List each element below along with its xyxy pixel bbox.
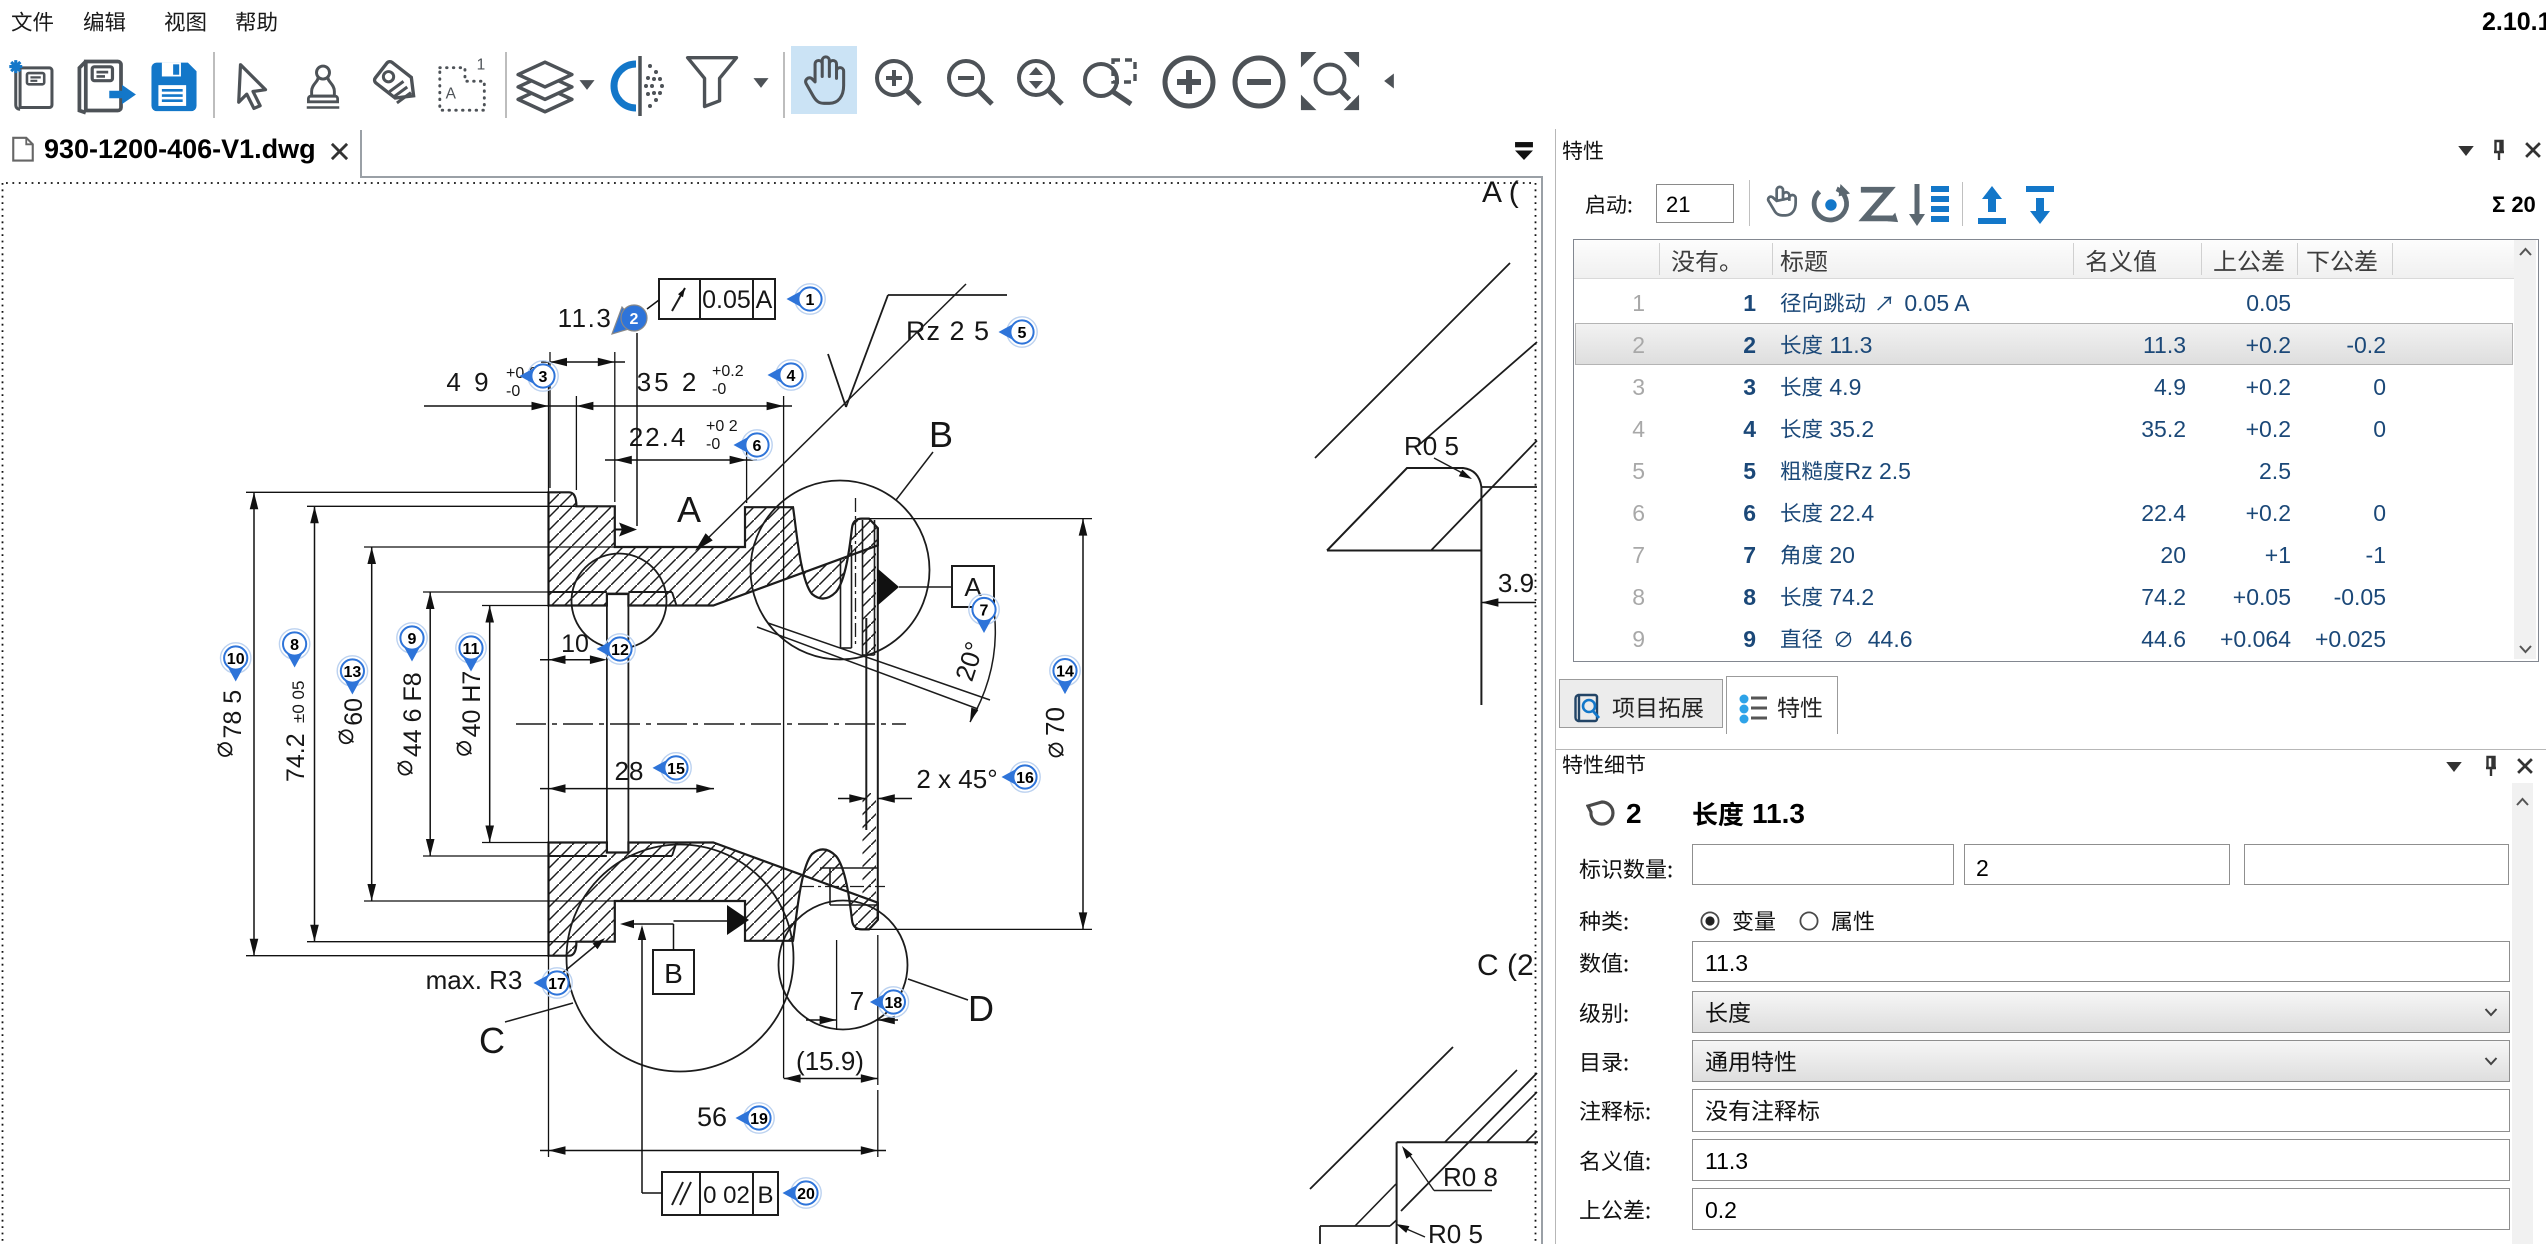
svg-text:3: 3 [539, 369, 548, 386]
svg-text:C (2: C (2 [1477, 949, 1534, 982]
svg-text:B: B [664, 958, 683, 989]
svg-text:R0 5: R0 5 [1404, 431, 1459, 461]
svg-text:A (: A ( [1482, 177, 1519, 209]
svg-text:11.3: 11.3 [558, 303, 613, 333]
svg-text:2: 2 [630, 311, 639, 328]
svg-text:4 9: 4 9 [446, 367, 491, 397]
svg-text:A: A [756, 286, 773, 314]
svg-text:-0: -0 [712, 381, 726, 398]
svg-text:74.2: 74.2 [282, 733, 310, 782]
svg-text:-0: -0 [706, 436, 720, 453]
svg-text:6: 6 [753, 438, 762, 455]
svg-text:5: 5 [1018, 325, 1027, 342]
svg-text:8: 8 [290, 637, 299, 654]
svg-text:1: 1 [806, 292, 815, 309]
svg-text:+0.2: +0.2 [712, 363, 744, 380]
svg-text:(15.9): (15.9) [796, 1046, 864, 1076]
svg-text:20: 20 [797, 1186, 815, 1203]
svg-text:44 6 F8: 44 6 F8 [399, 672, 427, 757]
svg-text:35 2: 35 2 [637, 367, 700, 397]
svg-text:12: 12 [611, 642, 629, 659]
svg-text:0.05: 0.05 [702, 286, 751, 314]
svg-text:9: 9 [408, 631, 417, 648]
svg-text:18: 18 [885, 995, 903, 1012]
svg-text:56: 56 [697, 1102, 727, 1132]
svg-text:±0 05: ±0 05 [289, 681, 308, 723]
svg-text:70: 70 [1040, 707, 1070, 736]
svg-text:max. R3: max. R3 [426, 965, 523, 995]
svg-text:7: 7 [980, 603, 989, 620]
svg-text:40 H7: 40 H7 [458, 671, 486, 738]
svg-text:2 x 45°: 2 x 45° [916, 764, 997, 794]
svg-text:78 5: 78 5 [219, 690, 247, 739]
svg-text:17: 17 [548, 976, 566, 993]
svg-text:A: A [446, 86, 457, 103]
svg-text:16: 16 [1016, 770, 1034, 787]
svg-text:3.9: 3.9 [1498, 568, 1534, 598]
svg-text:A: A [964, 572, 982, 602]
svg-text:1: 1 [477, 57, 486, 74]
svg-text:D: D [968, 988, 994, 1029]
svg-text:15: 15 [667, 761, 685, 778]
svg-text:13: 13 [344, 664, 362, 681]
svg-text:7: 7 [850, 986, 864, 1016]
svg-text:R0 5: R0 5 [1428, 1219, 1483, 1244]
svg-text:28: 28 [615, 756, 644, 786]
svg-text:14: 14 [1056, 664, 1074, 681]
svg-text:19: 19 [750, 1111, 768, 1128]
svg-text:C: C [479, 1020, 505, 1061]
svg-text:0 02: 0 02 [703, 1182, 750, 1209]
svg-text:R0 8: R0 8 [1443, 1162, 1498, 1192]
svg-text:B: B [929, 414, 953, 455]
svg-text:+0 2: +0 2 [706, 418, 738, 435]
svg-text:10: 10 [561, 630, 589, 658]
svg-text:10: 10 [227, 651, 245, 668]
svg-text:A: A [677, 489, 701, 530]
svg-text:11: 11 [463, 641, 480, 658]
svg-text:-0: -0 [506, 383, 520, 400]
svg-text:20°: 20° [949, 638, 990, 685]
svg-text:4: 4 [787, 368, 796, 385]
svg-text:60: 60 [340, 698, 368, 726]
svg-text:B: B [757, 1182, 773, 1209]
